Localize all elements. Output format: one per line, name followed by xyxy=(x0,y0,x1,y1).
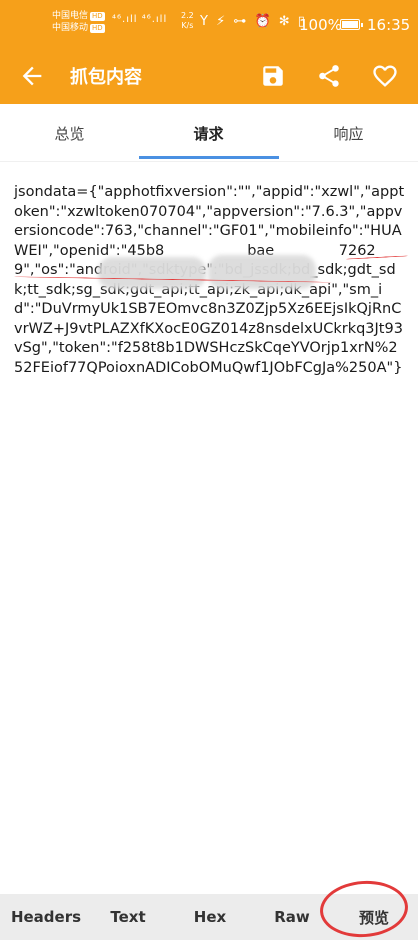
tab-overview[interactable]: 总览 xyxy=(0,104,139,162)
bottom-tab-text[interactable]: Text xyxy=(92,894,164,940)
heart-outline-icon xyxy=(373,65,397,87)
share-button[interactable] xyxy=(314,61,344,91)
active-tab-indicator xyxy=(139,156,279,159)
status-bar: 中国电信 HD 中国移动 HD ⁴⁶.ıll ⁴⁶.ıll 2.2 K/s Y ⚡ … xyxy=(0,0,418,48)
page-title: 抓包内容 xyxy=(70,67,142,88)
tab-bar: 总览 请求 响应 xyxy=(0,104,418,162)
redaction-blur xyxy=(98,257,206,289)
battery-icon xyxy=(340,19,363,30)
status-icons: Y ⚡ ⊶ ⏰ ✻ ▯ xyxy=(200,14,307,29)
net-speed-unit: K/s xyxy=(181,21,194,30)
tab-request[interactable]: 请求 xyxy=(139,104,278,162)
hd-badge: HD xyxy=(90,12,105,21)
tab-response[interactable]: 响应 xyxy=(279,104,418,162)
carrier-info: 中国电信 HD 中国移动 HD xyxy=(52,10,105,34)
save-button[interactable] xyxy=(258,61,288,91)
bottom-tab-hex[interactable]: Hex xyxy=(174,894,246,940)
app-bar: 抓包内容 xyxy=(0,48,418,104)
arrow-left-icon xyxy=(22,66,42,86)
net-speed: 2.2 K/s xyxy=(181,11,194,31)
carrier-2: 中国移动 xyxy=(52,23,89,33)
redaction-blur xyxy=(208,255,316,289)
clock: 16:35 xyxy=(367,16,411,34)
signal-icon: ⁴⁶.ıll ⁴⁶.ıll xyxy=(112,14,168,25)
hd-badge: HD xyxy=(90,24,105,33)
battery-percent: 100% xyxy=(299,16,342,34)
back-button[interactable] xyxy=(18,62,46,90)
carrier-1: 中国电信 xyxy=(52,11,89,21)
bottom-tab-headers[interactable]: Headers xyxy=(0,894,92,940)
favorite-button[interactable] xyxy=(370,61,400,91)
save-icon xyxy=(263,66,283,86)
share-icon xyxy=(319,65,339,87)
bottom-tab-raw[interactable]: Raw xyxy=(256,894,328,940)
net-speed-value: 2.2 xyxy=(181,11,194,20)
